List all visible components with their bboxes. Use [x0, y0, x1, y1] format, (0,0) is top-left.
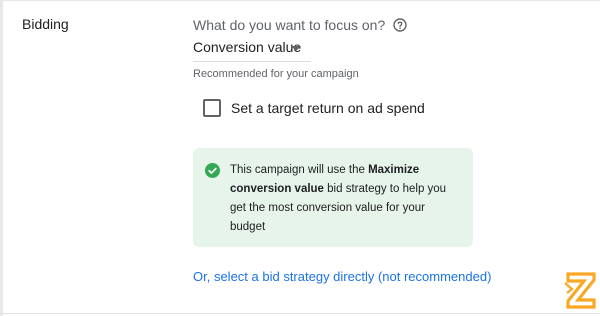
strategy-info-box: This campaign will use the Maximize conv…: [193, 148, 473, 247]
focus-dropdown[interactable]: Conversion value: [193, 36, 311, 60]
section-title: Bidding: [22, 16, 69, 32]
focus-question-label: What do you want to focus on?: [193, 17, 386, 33]
recommendation-hint: Recommended for your campaign: [193, 68, 359, 80]
target-roas-label[interactable]: Set a target return on ad spend: [231, 100, 425, 116]
dropdown-underline: [193, 61, 311, 62]
focus-question: What do you want to focus on?: [193, 17, 407, 33]
focus-dropdown-value: Conversion value: [193, 39, 302, 55]
strategy-info-text: This campaign will use the Maximize conv…: [230, 161, 460, 237]
help-circle-icon[interactable]: [393, 18, 407, 32]
target-roas-option[interactable]: Set a target return on ad spend: [203, 99, 425, 117]
left-border: [0, 0, 3, 316]
check-circle-icon: [205, 163, 220, 178]
select-bid-strategy-link[interactable]: Or, select a bid strategy directly (not …: [193, 269, 491, 284]
target-roas-checkbox[interactable]: [203, 99, 221, 117]
brand-z-icon: [564, 272, 596, 309]
top-divider: [0, 0, 600, 1]
caret-down-icon: [291, 46, 301, 51]
info-text-before: This campaign will use the: [230, 164, 369, 176]
bottom-divider: [0, 313, 600, 314]
